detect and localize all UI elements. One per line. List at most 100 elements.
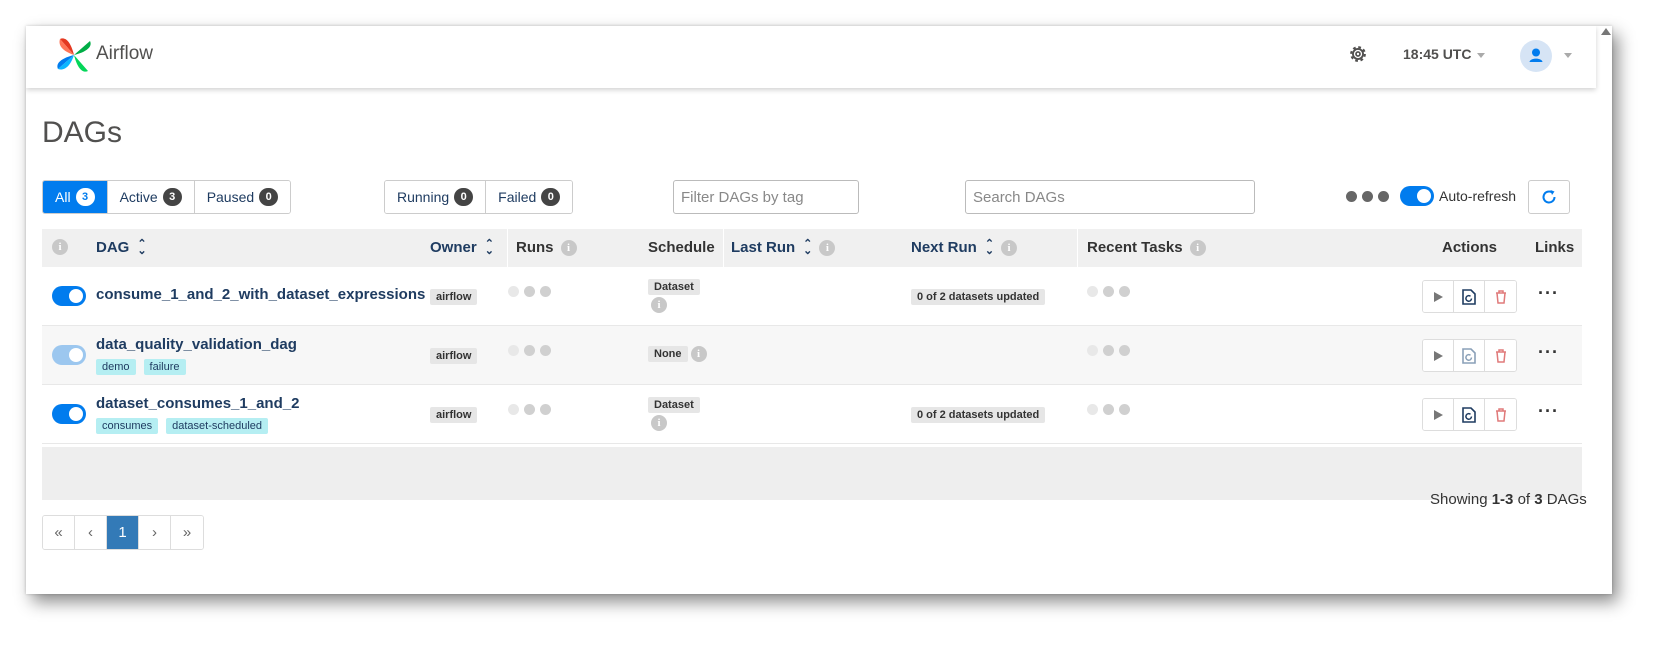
filter-all-count: 3 (75, 188, 95, 206)
filter-paused-button[interactable]: Paused 0 (194, 181, 291, 213)
auto-refresh-label: Auto-refresh (1439, 188, 1517, 204)
info-icon[interactable]: i (1189, 239, 1206, 256)
loading-indicator (1346, 191, 1389, 202)
trash-icon (1495, 407, 1506, 422)
owner-label[interactable]: airflow (430, 407, 478, 423)
header-next-run-label: Next Run (911, 239, 977, 256)
table-footer (42, 447, 1582, 500)
info-icon[interactable]: i (560, 239, 577, 256)
tag-chip[interactable]: dataset-scheduled (166, 418, 269, 434)
reparse-dag-button[interactable] (1454, 281, 1485, 312)
airflow-logo-icon[interactable] (54, 35, 94, 75)
filter-all-button[interactable]: All 3 (43, 181, 108, 213)
next-run-label[interactable]: 0 of 2 datasets updated (911, 407, 1046, 423)
filter-running-button[interactable]: Running 0 (385, 181, 487, 213)
header-dag-label: DAG (96, 239, 130, 256)
links-more-button[interactable]: ··· (1538, 402, 1559, 420)
brand-name[interactable]: Airflow (96, 43, 153, 65)
pause-toggle[interactable] (52, 404, 86, 424)
file-refresh-icon (1462, 347, 1476, 364)
header-divider (507, 229, 508, 267)
info-icon[interactable]: i (651, 415, 667, 431)
search-dags-input[interactable] (965, 180, 1255, 214)
filter-active-button[interactable]: Active 3 (107, 181, 195, 213)
reparse-dag-button[interactable] (1454, 340, 1485, 371)
reparse-dag-button[interactable] (1454, 399, 1485, 430)
delete-dag-button[interactable] (1485, 281, 1516, 312)
filter-failed-button[interactable]: Failed 0 (486, 181, 573, 213)
header-next-run[interactable]: Next Run ⌃ ⌄ i (911, 238, 1018, 256)
page-button-current[interactable]: 1 (107, 516, 139, 549)
summary-range: 1-3 (1491, 491, 1514, 508)
runs-status (508, 286, 551, 297)
delete-dag-button[interactable] (1485, 340, 1516, 371)
header-owner[interactable]: Owner ⌃ ⌄ (430, 237, 494, 257)
user-avatar[interactable] (1520, 40, 1552, 72)
dag-link[interactable]: data_quality_validation_dag (96, 336, 297, 353)
next-page-button[interactable]: › (139, 516, 171, 549)
actions-group (1422, 280, 1517, 313)
dag-tags: demo failure (96, 359, 186, 375)
info-icon[interactable]: i (819, 239, 836, 256)
first-page-button[interactable]: « (43, 516, 75, 549)
info-icon[interactable]: i (1001, 239, 1018, 256)
header-dag[interactable]: DAG ⌃ ⌄ (96, 237, 147, 257)
last-page-button[interactable]: » (171, 516, 203, 549)
play-icon (1434, 409, 1443, 420)
filter-running-count: 0 (454, 188, 474, 206)
header-divider (1077, 229, 1078, 267)
trigger-dag-button[interactable] (1423, 340, 1454, 371)
schedule-label[interactable]: None (648, 346, 688, 362)
schedule-label[interactable]: Dataset (648, 279, 700, 295)
file-refresh-icon (1462, 288, 1476, 305)
header-last-run[interactable]: Last Run ⌃ ⌄ i (731, 238, 836, 256)
info-icon[interactable]: i (690, 346, 707, 362)
play-icon (1434, 291, 1443, 302)
tag-chip[interactable]: consumes (96, 418, 159, 434)
pause-toggle[interactable] (52, 345, 86, 365)
info-icon[interactable]: i (651, 297, 667, 313)
pause-toggle[interactable] (52, 286, 86, 306)
recent-tasks-status (1087, 345, 1130, 356)
scrollbar-up-arrow[interactable] (1601, 28, 1611, 35)
next-run-label[interactable]: 0 of 2 datasets updated (911, 289, 1046, 305)
gear-icon[interactable] (1347, 43, 1369, 65)
header-links-label: Links (1535, 239, 1575, 256)
browser-window: Airflow 18:45 UTC DAGs All 3 Active 3 Pa… (26, 26, 1612, 594)
dag-link[interactable]: consume_1_and_2_with_dataset_expressions (96, 286, 425, 303)
links-more-button[interactable]: ··· (1538, 284, 1559, 302)
chevron-down-icon[interactable] (1564, 53, 1572, 58)
auto-refresh-toggle[interactable] (1400, 186, 1434, 206)
owner-label[interactable]: airflow (430, 348, 478, 364)
tag-filter-input[interactable] (673, 180, 859, 214)
sort-icon: ⌃ ⌄ (484, 237, 494, 257)
tag-chip[interactable]: failure (143, 359, 186, 375)
schedule-label[interactable]: Dataset (648, 397, 700, 413)
timezone-dropdown[interactable]: 18:45 UTC (1403, 46, 1486, 62)
header-recent-tasks: Recent Tasks i (1087, 239, 1206, 256)
results-summary: Showing 1-3 of 3 DAGs (1430, 491, 1587, 508)
prev-page-button[interactable]: ‹ (75, 516, 107, 549)
tag-chip[interactable]: demo (96, 359, 136, 375)
chevron-down-icon (1477, 52, 1486, 58)
actions-group (1422, 398, 1517, 431)
dag-tags: consumes dataset-scheduled (96, 418, 269, 434)
links-more-button[interactable]: ··· (1538, 343, 1559, 361)
header-info-icon: i (52, 239, 68, 255)
filter-active-count: 3 (162, 188, 182, 206)
table-row: data_quality_validation_dag demo failure… (42, 326, 1582, 385)
clock-time: 18:45 UTC (1403, 46, 1472, 62)
table-header: i DAG ⌃ ⌄ Owner ⌃ ⌄ Runs i Schedule Last R… (42, 229, 1582, 267)
play-icon (1434, 350, 1443, 361)
trigger-dag-button[interactable] (1423, 399, 1454, 430)
filter-failed-label: Failed (498, 189, 537, 205)
owner-label[interactable]: airflow (430, 289, 478, 305)
trigger-dag-button[interactable] (1423, 281, 1454, 312)
delete-dag-button[interactable] (1485, 399, 1516, 430)
summary-total: 3 (1534, 491, 1543, 508)
recent-tasks-status (1087, 404, 1130, 415)
dag-link[interactable]: dataset_consumes_1_and_2 (96, 395, 299, 412)
refresh-button[interactable] (1528, 180, 1570, 214)
summary-of: of (1517, 491, 1531, 508)
sort-icon: ⌃ ⌄ (137, 237, 147, 257)
